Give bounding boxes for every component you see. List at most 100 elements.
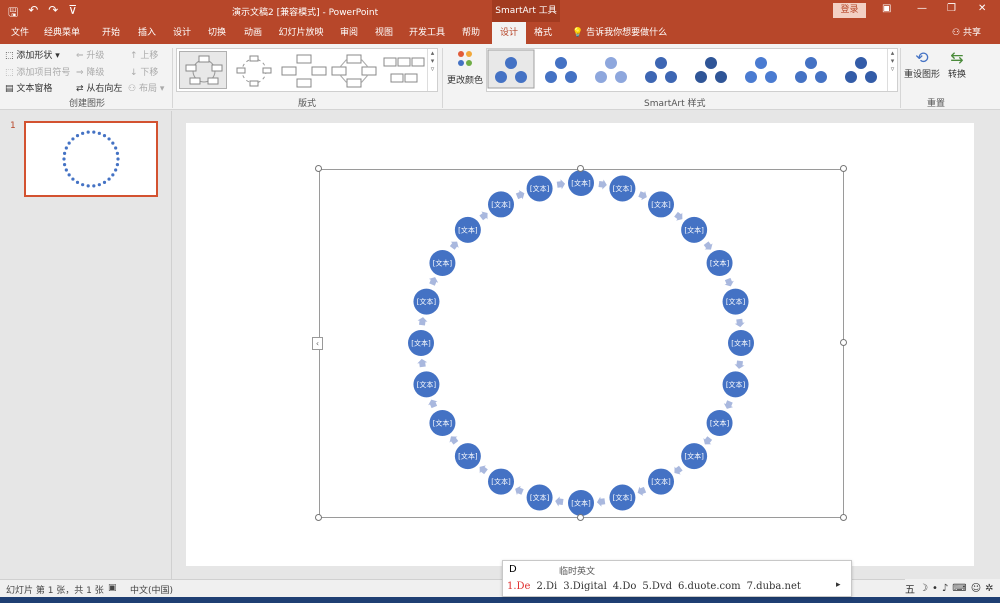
close-icon[interactable]: ✕ [978,3,986,14]
language-indicator[interactable]: 中文(中国) [130,583,173,596]
login-button[interactable]: 登录 [833,3,866,18]
ime-input-text: D [509,564,517,575]
resize-handle-bottom[interactable] [577,514,584,521]
text-pane-button[interactable]: ▤ 文本窗格 [5,81,52,94]
resize-handle-bottom-right[interactable] [840,514,847,521]
change-colors-button[interactable]: 更改颜色 [447,48,483,86]
thumbnail-dot [114,146,118,150]
moon-icon[interactable]: ☽ [919,583,928,594]
layout-segmented-cycle-preview [383,57,425,83]
ime-next-page-icon[interactable]: ▸ [836,580,841,590]
ime-candidate[interactable]: 7.duba.net [747,581,801,592]
convert-button[interactable]: ⇆ 转换 [944,48,970,80]
ime-candidate[interactable]: 1.De [507,581,530,592]
tab-smartart-format[interactable]: 格式 [528,22,558,44]
thumbnail-dot [107,137,111,141]
right-to-left-button[interactable]: ⇄ 从右向左 [76,81,122,94]
move-up-button[interactable]: ↑ 上移 [130,48,158,61]
ime-candidate[interactable]: 3.Digital [563,581,607,592]
tab-view[interactable]: 视图 [369,22,399,44]
settings-icon[interactable]: ✲ [985,583,993,594]
text-pane-toggle[interactable]: ‹ [312,337,323,350]
layout-button[interactable]: ⚇ 布局 ▾ [128,81,164,94]
share-button[interactable]: ⚇ 共享 [952,22,981,44]
add-bullet-button[interactable]: ⬚ 添加项目符号 [5,65,70,78]
restore-icon[interactable]: ❐ [947,3,956,14]
smartart-frame[interactable] [319,169,844,518]
redo-icon[interactable]: ↷ [48,3,58,24]
resize-handle-top-left[interactable] [315,165,322,172]
layout-text-cycle[interactable] [229,51,277,89]
spellcheck-icon[interactable]: ▣ [108,583,117,593]
demote-button[interactable]: ⇒ 降级 [76,65,104,78]
style-simple[interactable] [545,57,577,83]
title-bar: 🖫 ↶ ↷ ⊽ 演示文稿2 [兼容模式] - PowerPoint SmartA… [0,0,1000,22]
style-light[interactable] [595,57,627,83]
tab-smartart-design[interactable]: 设计 [492,22,526,44]
keyboard-icon[interactable]: ⌨ [952,583,966,594]
slide-thumbnail-pane: 1 [0,111,172,579]
thumbnail-dot [81,183,85,187]
dot-icon[interactable]: • [932,583,938,594]
tab-help[interactable]: 帮助 [456,22,486,44]
thumbnail-dot [114,168,118,172]
style-cartoon[interactable] [845,57,877,83]
move-down-button[interactable]: ↓ 下移 [130,65,158,78]
rtl-label: 从右向左 [86,84,123,94]
tab-review[interactable]: 审阅 [334,22,364,44]
resize-handle-bottom-left[interactable] [315,514,322,521]
ime-candidate[interactable]: 4.Do [613,581,637,592]
layout-segmented-cycle[interactable] [379,51,427,89]
wave-icon[interactable]: ♪ [942,583,948,594]
ribbon-display-options-icon[interactable]: ▣ [882,3,891,14]
resize-handle-top-right[interactable] [840,165,847,172]
thumbnail-dot [62,163,67,167]
resize-handle-right[interactable] [840,339,847,346]
thumbnail-dot [62,151,67,155]
palette-icon [458,51,472,66]
ime-mode-indicator[interactable]: 五 [905,581,915,596]
save-icon[interactable]: 🖫 [8,3,18,24]
ime-candidate-list: 1.De 2.Di 3.Digital 4.Do 5.Dvd 6.duote.com 7.d… [507,581,807,592]
tab-file[interactable]: 文件 [4,22,36,44]
thumbnail-dot [67,141,71,145]
layout-block-cycle[interactable] [279,51,327,89]
add-bullet-icon: ⬚ [5,68,14,78]
tab-insert[interactable]: 插入 [132,22,162,44]
slide-thumbnail[interactable] [24,121,158,197]
tab-classic-menu[interactable]: 经典菜单 [40,22,84,44]
customize-qat-icon[interactable]: ⊽ [68,3,77,24]
ime-candidate[interactable]: 5.Dvd [642,581,672,592]
layouts-gallery-scroll[interactable]: ▴ ▾ ▿ [427,49,437,91]
tab-developer[interactable]: 开发工具 [404,22,450,44]
layout-continuous-cycle[interactable] [329,51,377,89]
user-icon[interactable]: ☺ [971,583,981,594]
minimize-icon[interactable]: — [917,3,927,14]
ime-candidate[interactable]: 2.Di [536,581,557,592]
styles-gallery-scroll[interactable]: ▴ ▾ ▿ [887,49,897,91]
style-polished[interactable] [745,57,777,83]
thumbnail-dot [102,180,107,184]
promote-button[interactable]: ⇐ 升级 [76,48,104,61]
style-inset[interactable] [795,57,827,83]
resize-handle-top[interactable] [577,165,584,172]
layouts-gallery: ▴ ▾ ▿ [176,48,438,92]
style-intense[interactable] [695,57,727,83]
tab-design[interactable]: 设计 [167,22,197,44]
layout-basic-cycle[interactable] [179,51,227,89]
smartart-styles-gallery: ▴ ▾ ▿ [486,48,898,92]
ribbon: ⬚ 添加形状 ▾ ⬚ 添加项目符号 ▤ 文本窗格 ⇐ 升级 ⇒ 降级 ⇄ 从右向… [0,44,1000,110]
undo-icon[interactable]: ↶ [28,3,38,24]
thumbnail-dot [111,141,115,145]
tell-me-search[interactable]: 💡 告诉我你想要做什么 [572,22,667,44]
tab-animations[interactable]: 动画 [238,22,268,44]
tab-home[interactable]: 开始 [96,22,126,44]
layout-text-cycle-preview [236,55,272,87]
ime-candidate[interactable]: 6.duote.com [678,581,741,592]
tab-transitions[interactable]: 切换 [202,22,232,44]
thumbnail-dot [75,180,80,184]
add-shape-button[interactable]: ⬚ 添加形状 ▾ [5,48,60,61]
reset-graphic-button[interactable]: ⟲ 重设图形 [904,48,940,80]
tab-slideshow[interactable]: 幻灯片放映 [275,22,327,44]
style-moderate[interactable] [645,57,677,83]
